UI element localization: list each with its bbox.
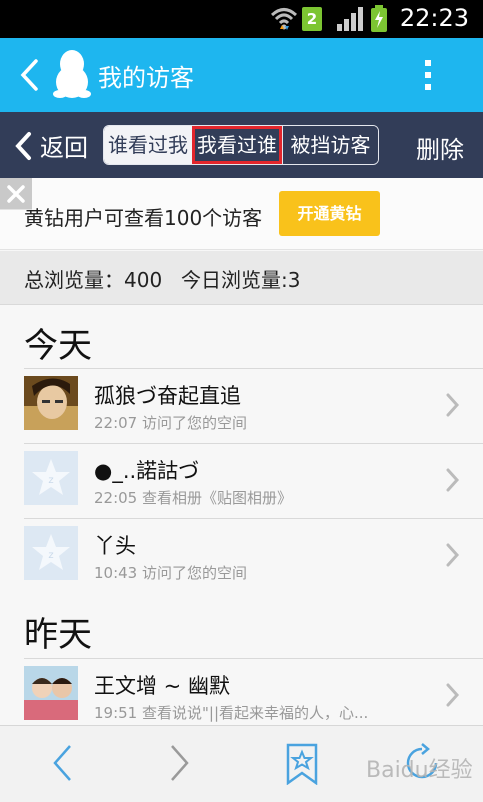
- list-item[interactable]: z 丫头 10:43 访问了您的空间: [24, 518, 483, 594]
- status-bar: 2 22:23: [0, 0, 483, 38]
- section-header-today: 今天: [24, 326, 92, 366]
- list-item[interactable]: z ●_..諾詁づ 22:05 查看相册《贴图相册》: [24, 443, 483, 519]
- svg-text:z: z: [48, 550, 53, 561]
- visit-meta: 19:51 查看说说"||看起来幸福的人，心...: [94, 704, 369, 722]
- open-yellow-diamond-button[interactable]: 开通黄钻: [279, 191, 380, 236]
- visitor-name: 丫头: [94, 534, 136, 558]
- qq-penguin-icon: [52, 48, 92, 104]
- next-arrow-icon[interactable]: [168, 743, 192, 787]
- chevron-left-icon: [15, 131, 31, 160]
- svg-text:z: z: [48, 475, 53, 486]
- divider: [24, 368, 483, 369]
- yellow-diamond-promo: 黄钻用户可查看100个访客 开通黄钻: [0, 178, 483, 250]
- visitor-name: 王文增 ~ 幽默: [94, 674, 230, 698]
- view-stats: 总浏览量：400 今日浏览量:3: [0, 251, 483, 305]
- back-button-label: 返回: [40, 134, 88, 162]
- total-views: 总浏览量：400: [24, 268, 163, 292]
- default-avatar: z: [24, 451, 78, 505]
- visit-meta: 22:07 访问了您的空间: [94, 414, 247, 432]
- app-bar: 我的访客: [0, 38, 483, 112]
- tab-who-viewed-me[interactable]: 谁看过我: [104, 126, 192, 164]
- chevron-right-icon: [445, 682, 461, 712]
- divider: [24, 443, 483, 444]
- divider: [24, 658, 483, 659]
- visit-meta: 10:43 访问了您的空间: [94, 564, 247, 582]
- visitor-tabs: 谁看过我 我看过谁 被挡访客: [103, 125, 379, 165]
- battery-charging-icon: [370, 5, 388, 37]
- more-vertical-icon[interactable]: [420, 58, 436, 96]
- today-views: 今日浏览量:3: [181, 268, 301, 292]
- photo-avatar: [24, 376, 78, 430]
- divider: [24, 518, 483, 519]
- photo-avatar: [24, 666, 78, 720]
- chevron-right-icon: [445, 392, 461, 422]
- signal-icon: [336, 6, 366, 36]
- tab-who-i-viewed[interactable]: 我看过谁: [192, 126, 282, 164]
- chevron-right-icon: [445, 542, 461, 572]
- back-arrow-icon[interactable]: [18, 58, 40, 96]
- list-item[interactable]: 孤狼づ奋起直追 22:07 访问了您的空间: [24, 368, 483, 444]
- visitor-name: ●_..諾詁づ: [94, 459, 200, 483]
- visit-meta: 22:05 查看相册《贴图相册》: [94, 489, 292, 507]
- close-icon[interactable]: [0, 178, 32, 210]
- default-avatar: z: [24, 526, 78, 580]
- tab-blocked-visitors[interactable]: 被挡访客: [282, 126, 378, 164]
- chevron-right-icon: [445, 467, 461, 497]
- visitor-nav-bar: 返回 谁看过我 我看过谁 被挡访客 删除: [0, 112, 483, 178]
- prev-arrow-icon[interactable]: [50, 743, 74, 787]
- list-item[interactable]: 王文增 ~ 幽默 19:51 查看说说"||看起来幸福的人，心...: [24, 658, 483, 734]
- section-header-yesterday: 昨天: [24, 615, 92, 655]
- visitor-name: 孤狼づ奋起直追: [94, 384, 241, 408]
- clock: 22:23: [399, 4, 469, 32]
- baidu-watermark: Baidu经验: [366, 758, 473, 783]
- sim-badge-icon: 2: [302, 7, 322, 31]
- delete-button[interactable]: 删除: [416, 130, 464, 165]
- back-button[interactable]: 返回: [14, 128, 88, 163]
- wifi-icon: [270, 5, 298, 37]
- promo-text: 黄钻用户可查看100个访客: [24, 206, 263, 230]
- page-title: 我的访客: [98, 64, 194, 92]
- bookmark-star-icon[interactable]: [285, 743, 319, 789]
